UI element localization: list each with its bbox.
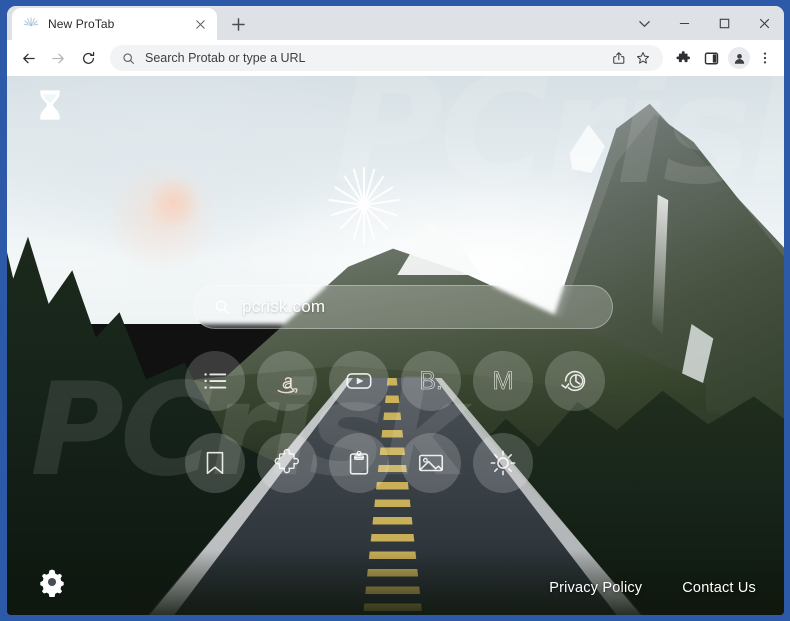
footer-links: Privacy Policy Contact Us <box>549 580 756 596</box>
close-icon[interactable] <box>192 16 209 33</box>
close-icon <box>759 18 769 28</box>
side-panel-icon <box>704 52 718 64</box>
shortcut-notes[interactable] <box>329 433 389 493</box>
shortcut-row <box>185 433 621 493</box>
shortcut-weather[interactable] <box>473 433 533 493</box>
account-avatar-icon <box>734 53 744 64</box>
new-tab-button[interactable] <box>224 10 252 38</box>
new-tab-overlay: pcrisk.com B. M Privacy Policy Contact U… <box>7 76 784 615</box>
back-button[interactable] <box>13 44 43 72</box>
list-icon <box>204 373 227 389</box>
hourglass-icon <box>40 90 60 120</box>
minimize-button[interactable] <box>664 7 704 39</box>
browser-tab[interactable]: New ProTab <box>12 8 217 40</box>
close-button[interactable] <box>744 7 784 39</box>
amazon-icon <box>277 376 298 393</box>
maximize-button[interactable] <box>704 7 744 39</box>
clipboard-icon <box>349 450 369 475</box>
image-icon <box>418 454 444 472</box>
sunburst-favicon <box>23 17 39 27</box>
search-icon <box>215 300 229 314</box>
puzzle-icon <box>274 448 299 474</box>
shortcut-list-menu[interactable] <box>185 351 245 411</box>
shortcut-wallpaper[interactable] <box>401 433 461 493</box>
back-arrow-icon <box>22 53 35 63</box>
youtube-play-icon <box>346 373 372 389</box>
shortcut-history[interactable] <box>545 351 605 411</box>
shortcut-label: B. <box>419 366 443 395</box>
shortcut-youtube[interactable] <box>329 351 389 411</box>
history-clock-icon <box>561 370 586 392</box>
gear-icon[interactable] <box>37 567 67 597</box>
tab-title: New ProTab <box>48 17 115 31</box>
chevron-down-icon <box>638 20 650 27</box>
three-dots-vertical-icon <box>763 52 767 64</box>
share-icon[interactable] <box>608 47 630 69</box>
contact-us-link[interactable]: Contact Us <box>682 580 756 596</box>
reload-icon <box>82 51 94 64</box>
shortcut-row: B. M <box>185 351 621 411</box>
reload-button[interactable] <box>73 44 103 72</box>
profile-avatar[interactable] <box>728 47 750 69</box>
browser-window: New ProTab Search Protab or type a URL p… <box>0 0 790 621</box>
address-bar[interactable]: Search Protab or type a URL <box>110 45 663 71</box>
tab-strip: New ProTab <box>7 6 784 40</box>
bookmark-icon <box>206 451 224 475</box>
sun-icon <box>490 450 516 476</box>
browser-toolbar: Search Protab or type a URL <box>7 40 784 76</box>
privacy-policy-link[interactable]: Privacy Policy <box>549 580 642 596</box>
search-input[interactable]: pcrisk.com <box>193 285 613 329</box>
forward-arrow-icon <box>51 53 64 63</box>
shortcut-amazon[interactable] <box>257 351 317 411</box>
search-input-value: pcrisk.com <box>242 297 326 316</box>
star-icon[interactable] <box>632 47 654 69</box>
shortcut-extensions[interactable] <box>257 433 317 493</box>
side-panel-button[interactable] <box>697 44 725 72</box>
tab-search-button[interactable] <box>624 7 664 39</box>
omnibox-actions <box>608 47 654 69</box>
forward-button[interactable] <box>43 44 73 72</box>
minimize-icon <box>679 22 689 24</box>
puzzle-icon <box>675 50 690 62</box>
extensions-button[interactable] <box>669 44 697 72</box>
maximize-icon <box>719 18 729 28</box>
search-icon <box>123 52 134 64</box>
window-controls <box>624 6 784 40</box>
shortcut-bookmarks[interactable] <box>185 433 245 493</box>
browser-menu-button[interactable] <box>753 45 777 71</box>
address-bar-placeholder: Search Protab or type a URL <box>145 51 306 65</box>
shortcut-label: M <box>492 366 514 395</box>
browser-chrome: New ProTab Search Protab or type a URL p… <box>7 6 784 615</box>
plus-icon <box>231 17 245 31</box>
shortcut-gmail[interactable]: M <box>473 351 533 411</box>
shortcut-booking[interactable]: B. <box>401 351 461 411</box>
new-tab-page: PCrisk PCrisk pcrisk.com <box>7 76 784 615</box>
shortcut-tiles: B. M <box>185 351 621 493</box>
